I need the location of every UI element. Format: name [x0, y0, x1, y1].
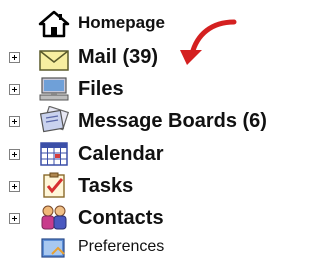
nav-label-mail: Mail (39) — [78, 46, 159, 68]
nav-item-files[interactable]: Files — [0, 74, 306, 104]
nav-label-tasks: Tasks — [78, 175, 134, 197]
expand-mail-icon[interactable] — [9, 52, 20, 63]
nav-item-tasks[interactable]: Tasks — [0, 171, 306, 201]
nav-item-preferences[interactable]: Preferences — [0, 232, 306, 262]
expand-tasks-icon[interactable] — [9, 181, 20, 192]
nav-item-calendar[interactable]: Calendar — [0, 139, 306, 169]
nav-label-homepage: Homepage — [78, 13, 165, 32]
nav-label-message-boards: Message Boards (6) — [78, 110, 267, 132]
calendar-icon — [38, 140, 70, 168]
envelope-icon — [38, 45, 70, 73]
expand-contacts-icon[interactable] — [9, 213, 20, 224]
message-board-icon — [38, 106, 70, 134]
preferences-icon — [38, 234, 70, 262]
nav-label-files: Files — [78, 78, 124, 100]
nav-label-preferences: Preferences — [78, 238, 165, 255]
nav-item-message-boards[interactable]: Message Boards (6) — [0, 106, 306, 136]
navigation-tree: Homepage Mail (39) Files Message Boards … — [0, 0, 306, 260]
nav-label-contacts: Contacts — [78, 207, 164, 229]
contacts-icon — [38, 203, 70, 231]
nav-item-homepage[interactable]: Homepage — [0, 8, 306, 38]
home-icon — [38, 10, 70, 38]
expand-files-icon[interactable] — [9, 84, 20, 95]
tasks-icon — [38, 171, 70, 199]
expand-calendar-icon[interactable] — [9, 149, 20, 160]
computer-icon — [38, 75, 70, 103]
red-curved-arrow-icon — [180, 19, 237, 65]
nav-item-contacts[interactable]: Contacts — [0, 203, 306, 233]
nav-label-calendar: Calendar — [78, 143, 164, 165]
expand-message-boards-icon[interactable] — [9, 116, 20, 127]
nav-item-mail[interactable]: Mail (39) — [0, 42, 306, 72]
